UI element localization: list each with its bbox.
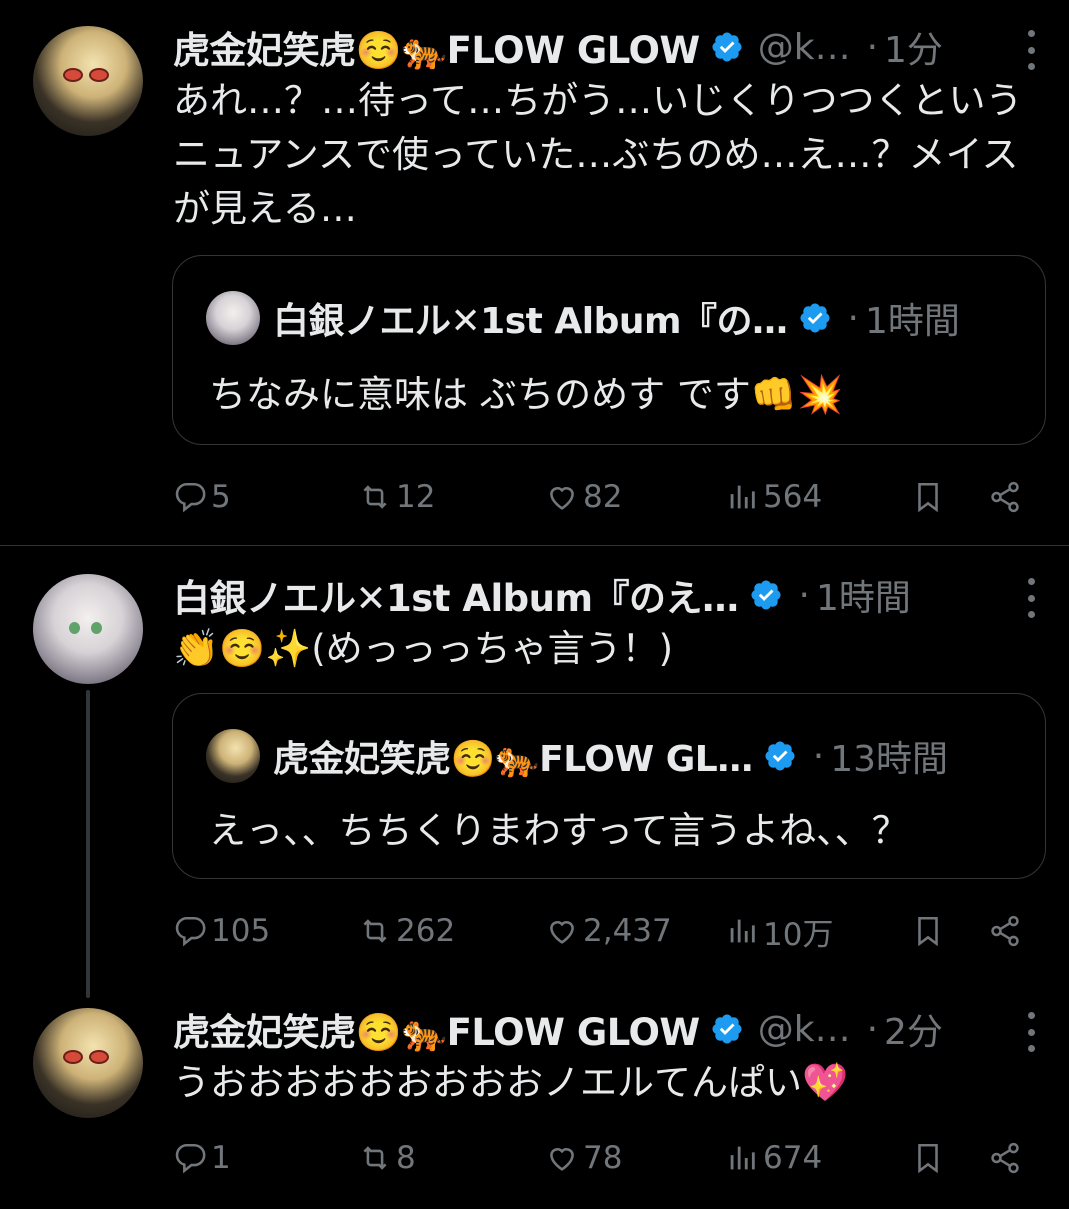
bookmark-icon: [918, 482, 938, 513]
verified-badge-icon: [712, 32, 742, 62]
quote-avatar[interactable]: [206, 291, 260, 345]
user-handle[interactable]: @k…: [758, 27, 851, 68]
repost-button[interactable]: 12: [358, 472, 435, 522]
action-bar: 1 8 78 674: [173, 1133, 1033, 1183]
views-button[interactable]: 564: [725, 472, 822, 522]
share-icon: [991, 1142, 1019, 1174]
timestamp[interactable]: 1分: [884, 21, 943, 73]
tweet-text: あれ…？…待って…ちがう…いじくりつつくというニュアンスで使っていた…ぶちのめ……: [173, 79, 1023, 230]
bookmark-button[interactable]: [911, 1133, 945, 1183]
quote-text: ちなみに意味は ぶちのめす です👊💥: [209, 373, 844, 416]
reply-button[interactable]: 105: [173, 906, 270, 956]
more-icon[interactable]: [1027, 30, 1035, 70]
views-icon: [730, 919, 755, 943]
avatar-kira[interactable]: [33, 1008, 143, 1118]
avatar-kira[interactable]: [33, 26, 143, 136]
tweet-text: うおおおおおおおおおノエルてんぱい💖: [173, 1061, 849, 1104]
separator-dot: ·: [812, 735, 825, 777]
tweet-3[interactable]: 虎金妃笑虎☺️🐅FLOW GLOW @k… · 2分 うおおおおおおおおおノエル…: [0, 998, 1069, 1209]
like-button[interactable]: 82: [545, 472, 622, 522]
share-button[interactable]: [988, 1133, 1022, 1183]
reply-icon: [175, 482, 206, 513]
quoted-tweet[interactable]: 白銀ノエル✕1st Album『の… · 1時間 ちなみに意味は ぶちのめす で…: [172, 255, 1046, 445]
avatar-glasses-detail: [63, 68, 111, 82]
quote-text: えっ、、ちちくりまわすって言うよね、、？: [209, 809, 909, 852]
quote-timestamp: 13時間: [830, 739, 948, 780]
quote-header: 白銀ノエル✕1st Album『の… · 1時間: [273, 292, 960, 344]
timestamp[interactable]: 1時間: [816, 569, 911, 621]
repost-button[interactable]: 262: [358, 906, 455, 956]
bookmark-button[interactable]: [911, 906, 945, 956]
verified-badge-icon: [765, 741, 795, 771]
verified-badge-icon: [751, 580, 781, 610]
repost-icon: [363, 919, 387, 943]
separator-dot: ·: [866, 1008, 879, 1050]
quote-header: 虎金妃笑虎☺️🐅FLOW GL… · 13時間: [273, 730, 948, 782]
views-icon: [730, 485, 755, 509]
display-name[interactable]: 虎金妃笑虎☺️🐅FLOW GLOW: [173, 1002, 700, 1056]
avatar-eyes-detail: [69, 622, 109, 634]
like-button[interactable]: 2,437: [545, 906, 672, 956]
separator-dot: ·: [798, 574, 810, 616]
display-name[interactable]: 虎金妃笑虎☺️🐅FLOW GLOW: [173, 20, 700, 74]
thread-connector-line: [86, 690, 90, 998]
quote-avatar[interactable]: [206, 729, 260, 783]
user-handle[interactable]: @k…: [758, 1009, 851, 1050]
like-icon: [550, 487, 574, 510]
share-icon: [991, 481, 1019, 513]
tweet-2[interactable]: 白銀ノエル✕1st Album『のえ… · 1時間 👏☺️✨(めっっっちゃ言う！…: [0, 546, 1069, 996]
separator-dot: ·: [847, 297, 859, 339]
action-bar: 5 12 82 564: [173, 472, 1033, 522]
reply-button[interactable]: 1: [173, 1133, 231, 1183]
tweet-text: 👏☺️✨(めっっっちゃ言う！): [173, 627, 674, 670]
more-icon[interactable]: [1027, 578, 1035, 618]
repost-icon: [363, 1146, 387, 1170]
tweet-1[interactable]: 虎金妃笑虎☺️🐅FLOW GLOW @k… · 1分 あれ…？…待って…ちがう……: [0, 0, 1069, 545]
tweet-header: 虎金妃笑虎☺️🐅FLOW GLOW @k… · 2分: [173, 1002, 943, 1056]
quoted-tweet[interactable]: 虎金妃笑虎☺️🐅FLOW GL… · 13時間 えっ、、ちちくりまわすって言うよ…: [172, 693, 1046, 879]
share-icon: [991, 915, 1019, 947]
avatar-noel[interactable]: [33, 574, 143, 684]
quote-display-name: 白銀ノエル✕1st Album『の…: [273, 301, 788, 342]
verified-badge-icon: [712, 1014, 742, 1044]
action-bar: 105 262 2,437 10万: [173, 906, 1033, 956]
timestamp[interactable]: 2分: [884, 1003, 943, 1055]
reply-button[interactable]: 5: [173, 472, 231, 522]
like-icon: [550, 1148, 574, 1171]
share-button[interactable]: [988, 906, 1022, 956]
bookmark-icon: [918, 1143, 938, 1174]
avatar-glasses-detail: [63, 1050, 111, 1064]
display-name[interactable]: 白銀ノエル✕1st Album『のえ…: [173, 568, 739, 622]
verified-badge-icon: [799, 303, 830, 333]
bookmark-button[interactable]: [911, 472, 945, 522]
like-button[interactable]: 78: [545, 1133, 622, 1183]
repost-icon: [363, 485, 387, 509]
views-icon: [730, 1146, 755, 1170]
tweet-header: 虎金妃笑虎☺️🐅FLOW GLOW @k… · 1分: [173, 20, 943, 74]
reply-icon: [175, 916, 206, 947]
share-button[interactable]: [988, 472, 1022, 522]
quote-display-name: 虎金妃笑虎☺️🐅FLOW GL…: [273, 739, 753, 780]
like-icon: [550, 921, 574, 944]
more-icon[interactable]: [1027, 1012, 1035, 1052]
views-button[interactable]: 674: [725, 1133, 822, 1183]
views-button[interactable]: 10万: [725, 906, 833, 956]
repost-button[interactable]: 8: [358, 1133, 416, 1183]
tweet-header: 白銀ノエル✕1st Album『のえ… · 1時間: [173, 568, 911, 622]
quote-timestamp: 1時間: [864, 301, 960, 342]
bookmark-icon: [918, 916, 938, 947]
separator-dot: ·: [866, 26, 879, 68]
reply-icon: [175, 1143, 206, 1174]
